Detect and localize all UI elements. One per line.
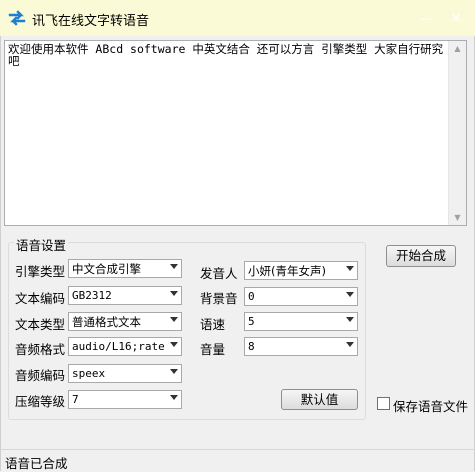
engine-label: 引擎类型	[15, 264, 66, 279]
chevron-down-icon	[170, 264, 178, 269]
compress-value: 7	[72, 393, 79, 406]
scroll-up-icon[interactable]: ▲	[453, 44, 462, 53]
encoding-value: GB2312	[72, 289, 112, 302]
bg-sound-label: 背景音	[200, 291, 238, 306]
speed-label: 语速	[200, 317, 226, 332]
audio-format-label: 音频格式	[15, 342, 66, 357]
voice-settings-title: 语音设置	[14, 235, 69, 254]
text-type-select[interactable]: 普通格式文本	[68, 312, 182, 331]
minimize-button[interactable]: —	[412, 8, 440, 30]
compress-select[interactable]: 7	[68, 390, 182, 409]
chevron-down-icon	[346, 292, 354, 297]
save-audio-checkbox[interactable]	[377, 397, 390, 410]
volume-value: 8	[248, 340, 255, 353]
close-button[interactable]: ✕	[442, 8, 470, 30]
speed-value: 5	[248, 315, 255, 328]
audio-codec-select[interactable]: speex	[68, 364, 182, 383]
default-button[interactable]: 默认值	[281, 389, 358, 410]
save-audio-label[interactable]: 保存语音文件	[393, 396, 468, 415]
chevron-down-icon	[170, 317, 178, 322]
text-content[interactable]: 欢迎使用本软件 ABcd software 中英文结合 还可以方言 引擎类型 大…	[8, 43, 446, 67]
window-title: 讯飞在线文字转语音	[32, 14, 150, 29]
title-bar: 讯飞在线文字转语音 — ✕	[0, 0, 475, 36]
scroll-down-icon[interactable]: ▼	[453, 213, 462, 222]
speaker-value: 小妍(青年女声)	[248, 264, 326, 278]
encoding-select[interactable]: GB2312	[68, 286, 182, 305]
audio-format-value: audio/L16;rate=	[72, 340, 165, 353]
text-input-area[interactable]: 欢迎使用本软件 ABcd software 中英文结合 还可以方言 引擎类型 大…	[4, 40, 467, 226]
chevron-down-icon	[170, 342, 178, 347]
text-type-label: 文本类型	[15, 317, 66, 332]
speed-select[interactable]: 5	[244, 312, 358, 331]
volume-select[interactable]: 8	[244, 337, 358, 356]
chevron-down-icon	[170, 369, 178, 374]
compress-label: 压缩等级	[15, 394, 66, 409]
text-type-value: 普通格式文本	[72, 315, 141, 329]
speaker-label: 发音人	[200, 266, 238, 281]
speaker-select[interactable]: 小妍(青年女声)	[244, 261, 358, 280]
volume-label: 音量	[200, 342, 226, 357]
chevron-down-icon	[346, 266, 354, 271]
engine-value: 中文合成引擎	[72, 262, 141, 276]
vertical-scrollbar[interactable]: ▲ ▼	[448, 41, 466, 225]
encoding-label: 文本编码	[15, 291, 66, 306]
status-bar: 语音已合成	[0, 449, 475, 471]
chevron-down-icon	[346, 317, 354, 322]
start-synthesis-button[interactable]: 开始合成	[386, 245, 456, 267]
chevron-down-icon	[346, 342, 354, 347]
chevron-down-icon	[170, 395, 178, 400]
chevron-down-icon	[170, 291, 178, 296]
audio-codec-value: speex	[72, 367, 106, 380]
bg-sound-select[interactable]: 0	[244, 287, 358, 306]
swap-arrows-icon	[8, 10, 26, 26]
status-text: 语音已合成	[5, 456, 68, 471]
audio-codec-label: 音频编码	[15, 368, 66, 383]
engine-select[interactable]: 中文合成引擎	[68, 259, 182, 278]
audio-format-select[interactable]: audio/L16;rate=	[68, 337, 182, 356]
bg-sound-value: 0	[248, 290, 255, 303]
